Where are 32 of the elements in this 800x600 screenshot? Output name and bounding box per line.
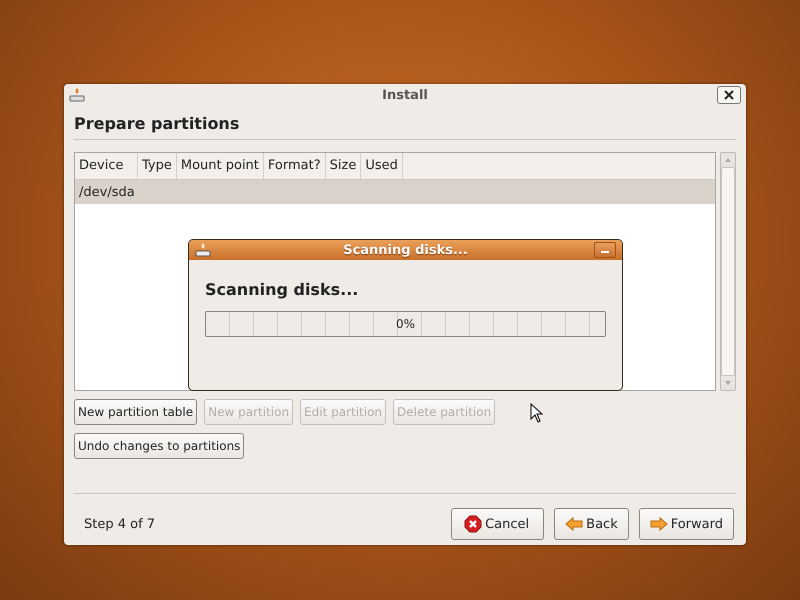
page-heading: Prepare partitions	[74, 114, 240, 133]
back-button[interactable]: Back	[554, 508, 629, 540]
installer-icon	[195, 242, 211, 258]
window-title: Install	[382, 88, 428, 102]
minimize-icon	[600, 250, 610, 254]
close-icon	[724, 90, 734, 100]
minimize-button[interactable]	[594, 242, 616, 258]
forward-button[interactable]: Forward	[638, 508, 734, 540]
close-button[interactable]	[717, 86, 741, 104]
progress-reading: 0%	[396, 317, 416, 331]
cancel-icon	[464, 515, 482, 533]
dialog-title: Scanning disks...	[343, 242, 468, 258]
step-indicator: Step 4 of 7	[84, 516, 156, 532]
partition-button[interactable]: New partition table	[74, 399, 198, 425]
cancel-button[interactable]: Cancel	[451, 508, 544, 540]
installer-icon	[69, 87, 85, 103]
left-arrow-icon	[565, 515, 584, 533]
column-header[interactable]: Type	[138, 153, 177, 179]
scrollbar[interactable]	[720, 152, 736, 391]
scroll-down-icon[interactable]	[723, 379, 733, 387]
table-cell: /dev/sda	[79, 184, 135, 200]
column-header[interactable]: Mount point	[176, 153, 264, 179]
column-header[interactable]: Used	[361, 153, 403, 179]
column-header[interactable]: Size	[326, 153, 362, 179]
right-arrow-icon	[650, 515, 668, 533]
mouse-pointer-icon	[530, 403, 543, 423]
undo-button[interactable]: Undo changes to partitions	[74, 433, 244, 459]
column-header[interactable]: Device	[75, 153, 138, 179]
table-row[interactable]: /dev/sda	[75, 180, 715, 204]
scroll-up-icon[interactable]	[723, 156, 733, 164]
column-header[interactable]: Format?	[264, 153, 326, 179]
dialog-message: Scanning disks...	[205, 280, 360, 299]
